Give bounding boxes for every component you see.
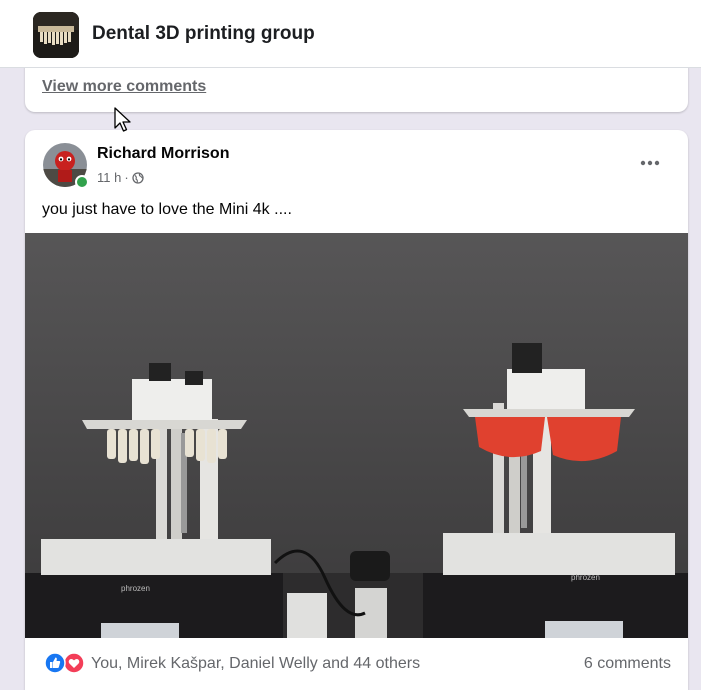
post-options-button[interactable] [631,150,669,176]
post-text: you just have to love the Mini 4k .... [42,201,292,218]
globe-icon[interactable] [132,171,144,184]
more-dots-icon [640,160,660,166]
online-status-indicator [75,175,89,189]
like-icon [44,652,66,674]
post-photo[interactable]: phrozen phrozen [25,233,688,638]
post-card: Richard Morrison 11 h · you just have to… [25,130,688,690]
comments-count[interactable]: 6 comments [584,655,671,673]
meta-separator: · [124,170,129,185]
brand-right: phrozen [571,573,600,582]
group-name[interactable]: Dental 3D printing group [92,23,315,45]
post-time[interactable]: 11 h [97,170,121,185]
post-meta: 11 h · [97,170,144,185]
brand-left: phrozen [121,584,150,593]
author-name[interactable]: Richard Morrison [97,145,229,163]
reactions-summary[interactable]: You, Mirek Kašpar, Daniel Welly and 44 o… [91,655,420,673]
group-thumbnail[interactable] [33,12,79,58]
post-footer: You, Mirek Kašpar, Daniel Welly and 44 o… [25,638,688,690]
mouse-cursor-icon [114,107,131,132]
view-more-comments-link[interactable]: View more comments [42,78,206,96]
reaction-icons[interactable] [44,652,85,674]
love-icon [63,652,85,674]
group-header: Dental 3D printing group [0,0,701,68]
